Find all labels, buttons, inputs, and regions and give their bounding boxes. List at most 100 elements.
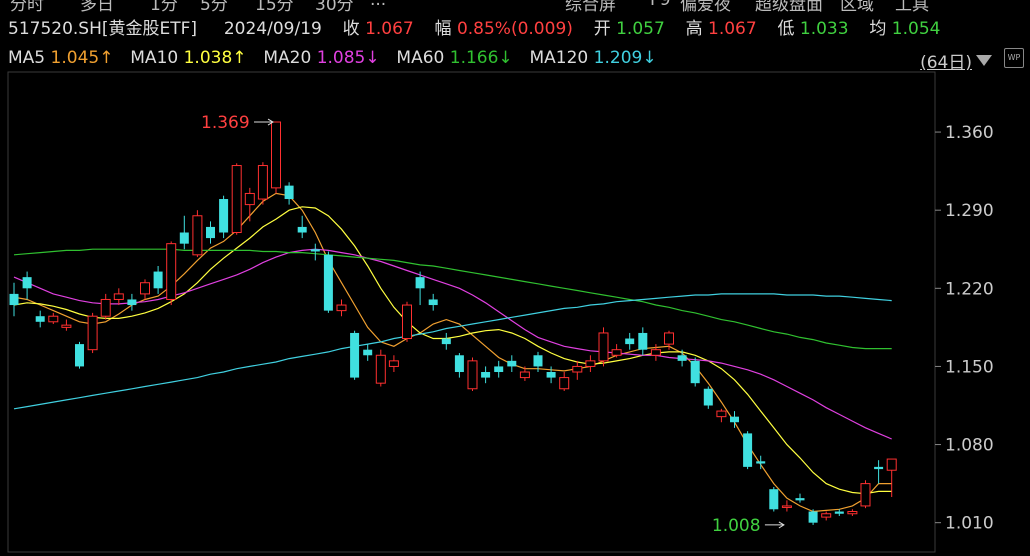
- candle-body: [441, 338, 451, 345]
- candle: [363, 344, 373, 361]
- candle-body: [611, 349, 622, 356]
- y-tick-label: 1.010: [945, 514, 994, 534]
- candle: [874, 460, 884, 484]
- candle: [323, 251, 333, 313]
- candle-body: [821, 513, 832, 518]
- candle: [336, 299, 347, 317]
- candle-body: [350, 332, 360, 378]
- candle-body: [808, 511, 818, 523]
- candle: [179, 215, 189, 250]
- candles: [9, 121, 897, 525]
- candle: [756, 455, 766, 470]
- candle: [625, 332, 635, 350]
- candle: [153, 265, 163, 294]
- candle: [375, 349, 386, 387]
- ma-line-ma10: [13, 206, 892, 495]
- candle: [611, 344, 622, 358]
- candle: [467, 357, 478, 391]
- candle: [257, 162, 268, 205]
- candle: [808, 509, 818, 525]
- candle: [113, 288, 124, 306]
- candle-body: [428, 299, 438, 306]
- candle: [716, 408, 727, 423]
- candle-body: [834, 511, 844, 514]
- candle: [166, 241, 177, 306]
- y-tick-label: 1.360: [945, 123, 994, 143]
- candle: [795, 493, 805, 503]
- candle-body: [572, 365, 583, 373]
- candle-body: [166, 243, 177, 300]
- candle-body: [494, 366, 504, 373]
- candle: [769, 486, 779, 512]
- candle: [821, 511, 832, 521]
- candle: [75, 341, 84, 369]
- y-tick-label: 1.080: [945, 436, 994, 456]
- candle: [402, 301, 412, 342]
- candle-body: [140, 282, 150, 295]
- candle: [127, 293, 137, 311]
- candle-body: [716, 410, 727, 418]
- candle: [192, 210, 203, 258]
- candle: [834, 509, 844, 516]
- candle: [48, 312, 59, 325]
- ma-line-ma120: [13, 293, 892, 410]
- candle: [743, 431, 753, 470]
- candle-body: [847, 511, 858, 515]
- moving-average-lines: [13, 192, 892, 513]
- candle: [585, 355, 596, 373]
- candle-body: [795, 498, 805, 501]
- candle-body: [703, 388, 713, 406]
- candle: [847, 509, 858, 516]
- candle-body: [192, 215, 203, 256]
- candle: [388, 355, 399, 373]
- candle: [481, 366, 491, 384]
- candle-body: [467, 360, 478, 390]
- y-tick-label: 1.290: [945, 201, 994, 221]
- candle-body: [743, 433, 753, 467]
- candle-body: [35, 316, 45, 322]
- candle-body: [206, 226, 215, 239]
- candle-body: [886, 458, 897, 471]
- candle: [35, 310, 45, 328]
- candle-body: [585, 360, 596, 367]
- candle-body: [9, 293, 19, 306]
- annotation-label: 1.369: [201, 113, 250, 133]
- ma-line-ma5: [13, 192, 892, 513]
- candle: [140, 279, 150, 300]
- candle-body: [546, 372, 556, 378]
- candle-body: [507, 360, 517, 367]
- annotation-label: 1.008: [712, 516, 761, 536]
- candle-body: [598, 332, 609, 362]
- candle: [703, 386, 713, 409]
- candle: [598, 327, 609, 367]
- candle-body: [363, 349, 373, 356]
- candle-body: [860, 483, 871, 507]
- candle-body: [402, 304, 412, 340]
- candle-body: [664, 332, 674, 345]
- candle-body: [127, 299, 137, 306]
- candle-body: [638, 332, 648, 350]
- candle: [507, 355, 517, 373]
- candle: [284, 182, 294, 205]
- candle: [22, 271, 32, 300]
- candle: [310, 243, 320, 261]
- candle-body: [874, 466, 884, 470]
- candle-body: [454, 355, 464, 373]
- candle: [730, 411, 739, 428]
- candle-body: [677, 355, 687, 361]
- candle: [350, 330, 360, 380]
- candle-body: [519, 371, 530, 379]
- candle-body: [231, 165, 242, 234]
- candle: [100, 293, 111, 320]
- candle: [219, 195, 229, 239]
- candle-body: [336, 304, 347, 312]
- candle: [860, 480, 871, 509]
- candle: [9, 282, 19, 317]
- candle-body: [625, 338, 635, 345]
- y-axis: 1.010 1.080 1.150 1.220 1.290 1.360: [935, 123, 994, 534]
- candle: [87, 312, 98, 354]
- candle-body: [219, 199, 229, 233]
- candle-body: [415, 277, 425, 289]
- candlestick-chart[interactable]: 1.010 1.080 1.150 1.220 1.290 1.360 1.369 1.00…: [0, 0, 1030, 556]
- candle: [690, 357, 700, 387]
